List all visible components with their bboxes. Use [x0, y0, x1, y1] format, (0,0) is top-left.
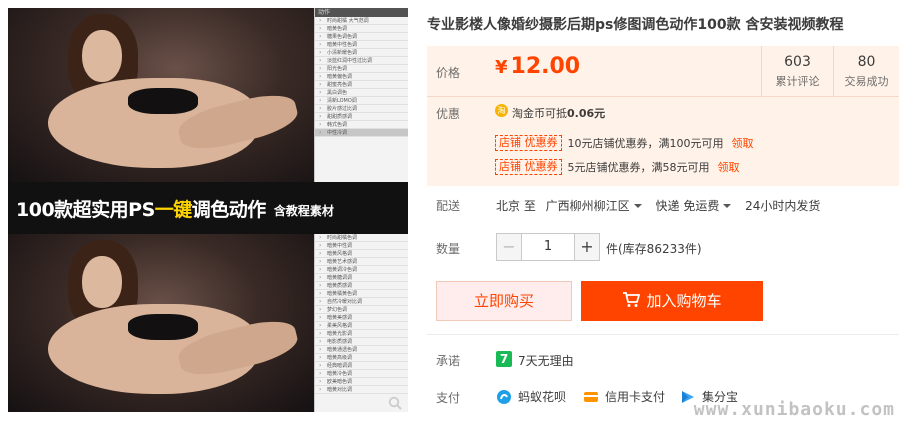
chevron-down-icon [723, 203, 732, 208]
sales-stats: 603 累计评论 80 交易成功 [761, 46, 899, 96]
buy-now-button[interactable]: 立即购买 [436, 281, 572, 321]
delivery-from: 北京 至 [496, 199, 536, 213]
cart-icon [623, 292, 641, 307]
banner-subtitle: 含教程素材 [273, 203, 334, 218]
action-list-item: 阳光色调 [315, 65, 408, 73]
coupon-text: 10元店铺优惠券，满100元可用 [567, 137, 724, 150]
banner-title: 100款超实用PS一键调色动作 [16, 198, 266, 221]
delivery-row: 北京 至 广西柳州柳江区 快递 免运费 24小时内发货 [496, 197, 820, 214]
delivery-destination-select[interactable]: 广西柳州柳江区 [546, 199, 648, 213]
action-list-item: 暗黄中性色调 [315, 41, 408, 49]
action-list-item: 经典暗调调 [315, 362, 408, 370]
action-list-item: 暗黄色调 [315, 25, 408, 33]
action-list-item: 电影质感调 [315, 338, 408, 346]
zoom-icon[interactable] [388, 396, 402, 410]
action-list-item: 暗黄光影调 [315, 330, 408, 338]
promo-label: 优惠 [436, 107, 461, 121]
action-list-item: 暗黄调冷色调 [315, 266, 408, 274]
claim-coupon-link[interactable]: 领取 [732, 135, 754, 151]
action-list-item: 暗黄质感调 [315, 282, 408, 290]
action-list-item: 淡蓝红润中性过比调 [315, 57, 408, 65]
price-value: ¥12.00 [495, 54, 581, 79]
action-list-item: 暗黄美感调 [315, 314, 408, 322]
action-list-item: 暗黄艺术感调 [315, 258, 408, 266]
product-main-image[interactable]: 动作 时尚甜橘 大气范调暗黄色调糖果色调色调暗黄中性色调小清新暖色调淡蓝红润中性… [8, 8, 408, 412]
shipping-time: 24小时内发货 [745, 199, 821, 213]
credit-card-icon [584, 391, 598, 402]
action-list-item: 暗黄冷色调 [315, 370, 408, 378]
payment-credit-card[interactable]: 信用卡支付 [583, 388, 665, 405]
price-panel: 价格 ¥12.00 603 累计评论 80 交易成功 优惠 淘 淘金币可抵0.0… [427, 46, 899, 186]
payment-label: 支付 [436, 391, 461, 405]
seven-day-return-icon: 7 [496, 351, 512, 367]
coupon-text: 5元店铺优惠券，满58元可用 [567, 161, 710, 174]
quantity-input[interactable]: 1 [522, 233, 574, 261]
delivery-label: 配送 [436, 199, 461, 213]
coupon-row: 店铺 优惠券 5元店铺优惠券，满58元可用 领取 [495, 159, 740, 175]
image-banner: 100款超实用PS一键调色动作 含教程素材 [8, 182, 408, 234]
decrease-quantity-button[interactable]: − [496, 233, 522, 261]
action-list-item: 自然冷暖对比调 [315, 298, 408, 306]
action-list-item: 暗黄高级调 [315, 354, 408, 362]
coupon-row: 店铺 优惠券 10元店铺优惠券，满100元可用 领取 [495, 135, 754, 151]
payment-huabei[interactable]: 蚂蚁花呗 [496, 388, 566, 405]
stat-reviews[interactable]: 603 累计评论 [761, 46, 833, 96]
model-photo-top [8, 8, 314, 182]
stat-transactions[interactable]: 80 交易成功 [833, 46, 899, 96]
action-list-item: 暗黄偏色调 [315, 73, 408, 81]
stock-info: 件(库存86233件) [606, 242, 702, 256]
section-divider [427, 334, 899, 335]
price-divider [427, 96, 899, 97]
action-list-item: 胶片感过比调 [315, 105, 408, 113]
promise-text[interactable]: 7天无理由 [518, 352, 574, 369]
action-list-item: 小清新暖色调 [315, 49, 408, 57]
shipping-method-select[interactable]: 快递 免运费 [656, 199, 738, 213]
action-list-item: 甜甜质感调 [315, 113, 408, 121]
panel-header: 动作 [315, 8, 408, 17]
action-list-item: 暗黄风格调 [315, 250, 408, 258]
action-list-item: 糖果色调色调 [315, 33, 408, 41]
promise-label: 承诺 [436, 354, 461, 368]
product-title: 专业影楼人像婚纱摄影后期ps修图调色动作100款 含安装视频教程 [427, 17, 844, 33]
action-list-item: 柔美风格调 [315, 322, 408, 330]
action-list-item: 暗黄糖调调 [315, 274, 408, 282]
quantity-stepper: − 1 + [496, 233, 600, 261]
taobao-coin-icon: 淘 [495, 104, 508, 117]
action-list-item: 暗黄橘黄色调 [315, 290, 408, 298]
ps-actions-panel-bottom: 时尚甜橘色调暗黄中性调暗黄风格调暗黄艺术感调暗黄调冷色调暗黄糖调调暗黄质感调暗黄… [314, 234, 408, 412]
action-list-item: 欧美暗色调 [315, 378, 408, 386]
ps-actions-panel-top: 动作 时尚甜橘 大气范调暗黄色调糖果色调色调暗黄中性色调小清新暖色调淡蓝红润中性… [314, 8, 408, 182]
claim-coupon-link[interactable]: 领取 [718, 159, 740, 175]
add-to-cart-button[interactable]: 加入购物车 [581, 281, 763, 321]
action-list-item: 时尚甜橘 大气范调 [315, 17, 408, 25]
action-list-item: 梦幻色调 [315, 306, 408, 314]
action-list-item: 甜蜜亮色调 [315, 81, 408, 89]
price-label: 价格 [436, 66, 461, 80]
increase-quantity-button[interactable]: + [574, 233, 600, 261]
site-watermark: www.xunibaoku.com [693, 399, 895, 420]
action-list-item: 暗黄对比调 [315, 386, 408, 394]
action-list-item: 黑白调色 [315, 89, 408, 97]
coupon-tag: 店铺 优惠券 [495, 135, 562, 151]
action-list-item: 中性冷调 [315, 129, 408, 137]
coin-deduction: 淘金币可抵0.06元 [512, 107, 606, 120]
quantity-label: 数量 [436, 242, 461, 256]
action-list-item: 暗黄中性调 [315, 242, 408, 250]
action-list-item: 时尚甜橘色调 [315, 234, 408, 242]
action-list-item: 韩式色调 [315, 121, 408, 129]
coupon-tag: 店铺 优惠券 [495, 159, 562, 175]
model-photo-bottom [8, 234, 314, 412]
action-list-item: 暗黄通透色调 [315, 346, 408, 354]
action-list-item: 清新LOMO调 [315, 97, 408, 105]
huabei-icon [497, 389, 511, 404]
chevron-down-icon [633, 203, 642, 208]
